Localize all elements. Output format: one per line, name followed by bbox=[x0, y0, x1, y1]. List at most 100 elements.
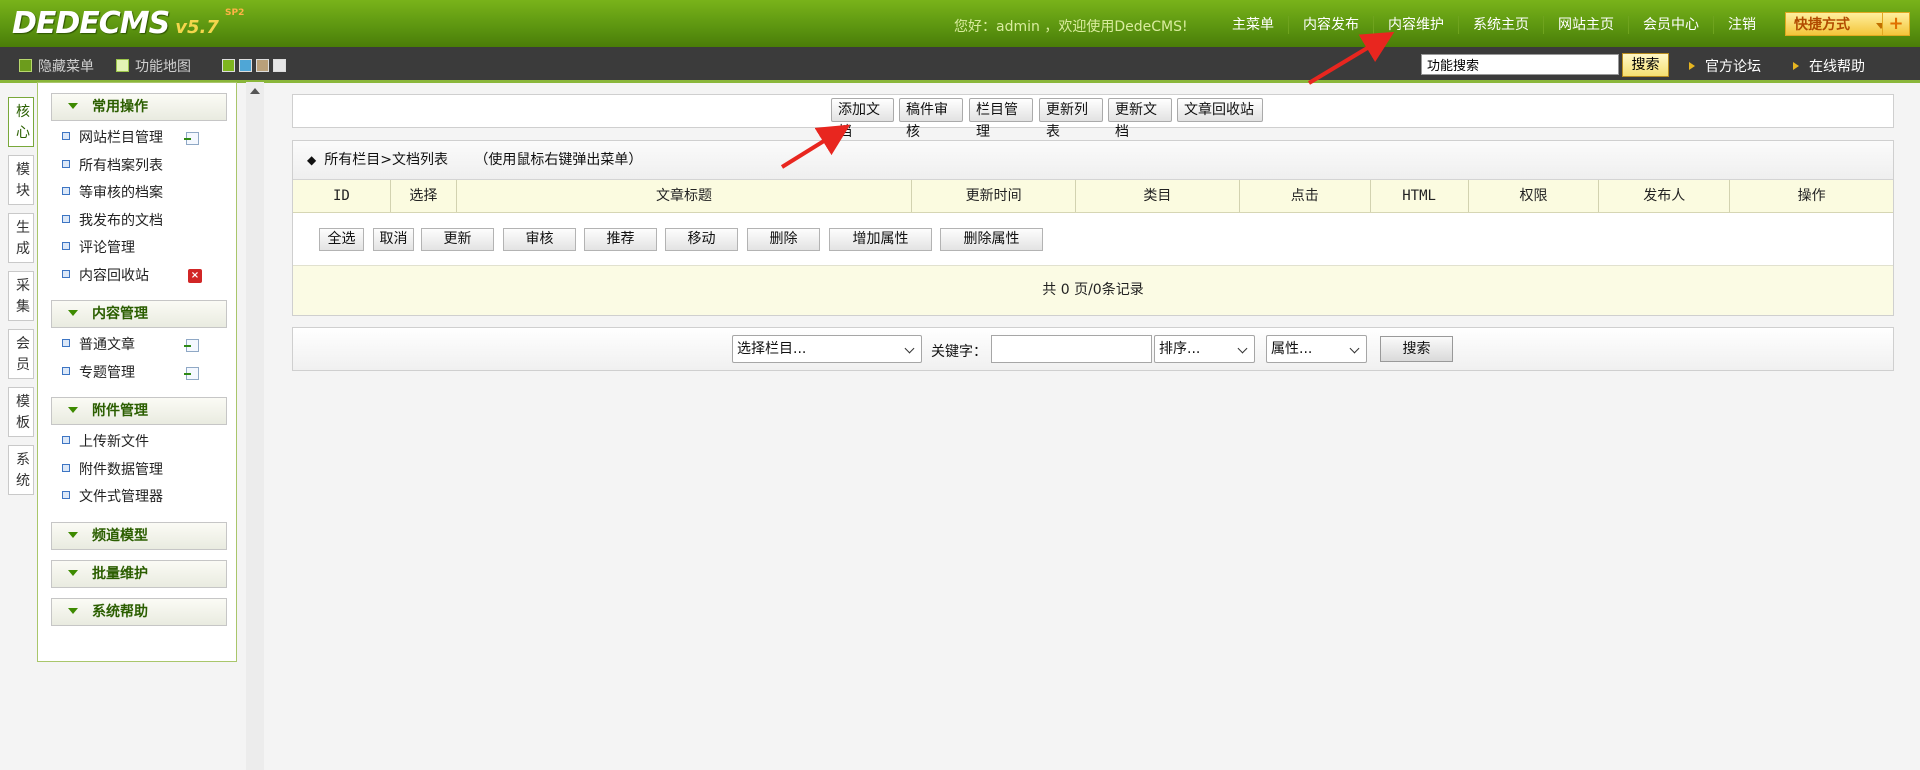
attribute-select-value: 属性... bbox=[1271, 341, 1313, 357]
toolbar-button[interactable]: 栏目管理 bbox=[969, 98, 1033, 140]
menu-item-label: 我发布的文档 bbox=[79, 212, 163, 229]
menu-section-header[interactable]: 系统帮助 bbox=[51, 597, 227, 626]
module-tab[interactable]: 系统 bbox=[8, 445, 34, 495]
quick-menu-button[interactable]: 快捷方式 bbox=[1785, 12, 1897, 36]
logo-text: DEDECMS bbox=[12, 6, 170, 41]
module-tab-char: 员 bbox=[16, 357, 30, 373]
module-tab[interactable]: 核心 bbox=[8, 97, 34, 147]
menu-item[interactable]: 文件式管理器 bbox=[38, 484, 236, 512]
function-map-link[interactable]: 功能地图 bbox=[116, 56, 191, 76]
column-header: ID bbox=[293, 180, 391, 212]
add-item-icon[interactable] bbox=[184, 132, 199, 145]
add-item-icon[interactable] bbox=[184, 339, 199, 352]
help-bullet-icon bbox=[1793, 62, 1799, 70]
hide-menu-link[interactable]: 隐藏菜单 bbox=[19, 56, 94, 76]
theme-swatch[interactable] bbox=[273, 59, 286, 72]
bulk-action-button[interactable]: 审核 bbox=[503, 228, 576, 251]
module-tab[interactable]: 模板 bbox=[8, 387, 34, 437]
breadcrumb-marker-icon: ◆ bbox=[307, 153, 317, 167]
function-map-label: 功能地图 bbox=[135, 59, 191, 75]
bulk-action-row: 全选 取消 更新 审核 推荐 移动 删除 增加属性 删除属性 bbox=[293, 213, 1893, 266]
menu-item[interactable]: 评论管理 bbox=[38, 235, 236, 263]
order-select[interactable]: 排序... bbox=[1154, 335, 1255, 363]
menu-item[interactable]: 普通文章 bbox=[38, 332, 236, 360]
online-help-link[interactable]: 在线帮助 bbox=[1793, 56, 1865, 76]
top-nav-item[interactable]: 注销 bbox=[1713, 16, 1770, 34]
top-nav-item[interactable]: 会员中心 bbox=[1628, 16, 1713, 34]
column-header: 文章标题 bbox=[457, 180, 913, 212]
menu-section-header[interactable]: 批量维护 bbox=[51, 559, 227, 588]
keyword-input[interactable] bbox=[991, 335, 1152, 363]
caret-down-icon bbox=[68, 607, 78, 614]
bulk-action-button[interactable]: 移动 bbox=[665, 228, 738, 251]
menu-item[interactable]: 附件数据管理 bbox=[38, 457, 236, 485]
pager-info: 共 0 页/0条记录 bbox=[293, 266, 1893, 315]
bulk-action-button[interactable]: 取消 bbox=[373, 228, 414, 251]
menu-item[interactable]: 等审核的档案 bbox=[38, 180, 236, 208]
bullet-icon bbox=[62, 187, 70, 195]
dedecms-logo: DEDECMS v5.7 SP2 bbox=[12, 6, 244, 42]
breadcrumb-path: 所有栏目>文档列表 bbox=[324, 152, 448, 168]
bulk-action-button[interactable]: 增加属性 bbox=[829, 228, 932, 251]
menu-section-header[interactable]: 内容管理 bbox=[51, 300, 227, 328]
menu-item[interactable]: 所有档案列表 bbox=[38, 153, 236, 181]
theme-swatch[interactable] bbox=[256, 59, 269, 72]
menu-item[interactable]: 专题管理 bbox=[38, 360, 236, 388]
top-nav-item[interactable]: 内容发布 bbox=[1288, 16, 1373, 34]
top-nav-item[interactable]: 内容维护 bbox=[1373, 16, 1458, 34]
category-select[interactable]: 选择栏目... bbox=[732, 335, 922, 363]
table-header: ID 选择 文章标题 更新时间 类目 点击 HTML 权限 发布人 操作 bbox=[293, 180, 1893, 213]
quick-add-button[interactable]: + bbox=[1882, 12, 1910, 36]
module-tab[interactable]: 会员 bbox=[8, 329, 34, 379]
filter-search-button[interactable]: 搜索 bbox=[1380, 336, 1453, 362]
bulk-action-button[interactable]: 推荐 bbox=[584, 228, 657, 251]
function-search-input[interactable] bbox=[1421, 54, 1619, 75]
toolbar-button[interactable]: 添加文档 bbox=[831, 98, 894, 140]
chevron-down-icon bbox=[904, 343, 915, 354]
menu-item[interactable]: 我发布的文档 bbox=[38, 208, 236, 236]
bullet-icon bbox=[62, 214, 70, 223]
add-item-icon[interactable] bbox=[184, 366, 199, 380]
top-nav: 主菜单 内容发布 内容维护 系统主页 网站主页 会员中心 注销 bbox=[1218, 16, 1770, 34]
bulk-action-button[interactable]: 更新 bbox=[421, 228, 494, 251]
column-header: 类目 bbox=[1076, 180, 1240, 212]
toolbar-button[interactable]: 更新列表 bbox=[1039, 98, 1103, 140]
menu-item[interactable]: 上传新文件 bbox=[38, 429, 236, 457]
theme-swatch[interactable] bbox=[239, 59, 252, 72]
module-tab[interactable]: 采集 bbox=[8, 271, 34, 321]
module-tab-char: 模 bbox=[16, 394, 30, 410]
theme-swatch[interactable] bbox=[222, 59, 235, 72]
module-tab-char: 统 bbox=[16, 473, 30, 489]
toolbar-button[interactable]: 文章回收站 bbox=[1177, 98, 1263, 122]
menu-section-header[interactable]: 附件管理 bbox=[51, 397, 227, 425]
welcome-text: 您好：admin ，欢迎使用DedeCMS! bbox=[954, 19, 1188, 35]
top-nav-item[interactable]: 网站主页 bbox=[1543, 16, 1628, 34]
top-nav-item[interactable]: 系统主页 bbox=[1458, 16, 1543, 34]
menu-item[interactable]: 内容回收站 × bbox=[38, 263, 236, 291]
menu-item[interactable]: 网站栏目管理 bbox=[38, 125, 236, 153]
delete-icon[interactable]: × bbox=[188, 268, 202, 283]
toolbar-button[interactable]: 更新文档 bbox=[1108, 98, 1172, 140]
official-forum-link[interactable]: 官方论坛 bbox=[1689, 56, 1761, 76]
module-tab[interactable]: 生成 bbox=[8, 213, 34, 263]
bulk-action-button[interactable]: 全选 bbox=[319, 228, 364, 251]
bullet-icon bbox=[62, 463, 70, 472]
attribute-select[interactable]: 属性... bbox=[1266, 335, 1367, 363]
quick-menu-label: 快捷方式 bbox=[1794, 17, 1850, 33]
bulk-action-button[interactable]: 删除 bbox=[747, 228, 820, 251]
module-tabs: 核心模块生成采集会员模板系统 bbox=[8, 97, 38, 503]
function-search-button[interactable]: 搜索 bbox=[1622, 53, 1669, 77]
collapse-caret-icon[interactable] bbox=[250, 88, 260, 94]
breadcrumb-hint: （使用鼠标右键弹出菜单） bbox=[474, 152, 643, 168]
module-tab[interactable]: 模块 bbox=[8, 155, 34, 205]
column-header: HTML bbox=[1371, 180, 1469, 212]
menu-section-header[interactable]: 频道模型 bbox=[51, 521, 227, 550]
bulk-action-button[interactable]: 删除属性 bbox=[940, 228, 1043, 251]
module-tab-char: 系 bbox=[16, 452, 30, 468]
sidebar-splitter[interactable] bbox=[246, 82, 264, 770]
color-swatches bbox=[222, 59, 286, 72]
top-nav-item[interactable]: 主菜单 bbox=[1218, 16, 1288, 34]
toolbar-button[interactable]: 稿件审核 bbox=[899, 98, 963, 140]
menu-section-header[interactable]: 常用操作 bbox=[51, 93, 227, 121]
menu-section-title: 频道模型 bbox=[92, 527, 148, 544]
